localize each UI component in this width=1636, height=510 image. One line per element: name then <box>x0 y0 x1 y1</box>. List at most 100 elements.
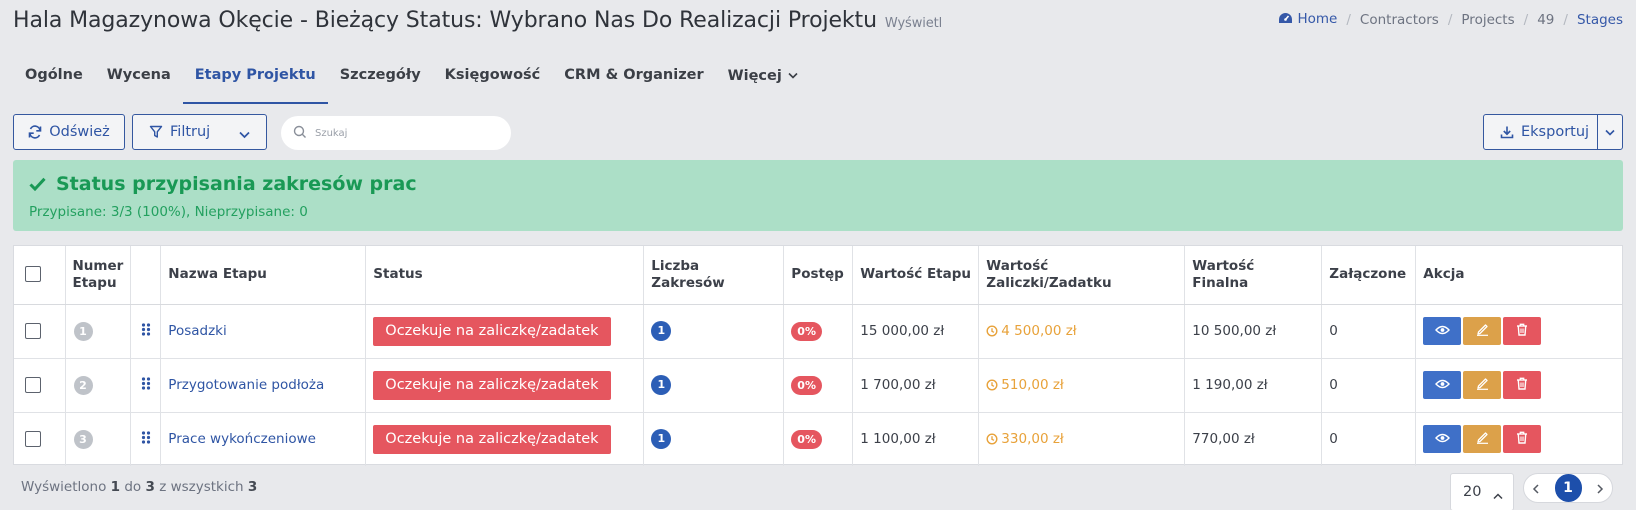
stage-value-cell: 1 100,00 zł <box>852 412 980 466</box>
stage-name-link[interactable]: Prace wykończeniowe <box>168 431 316 447</box>
attached-cell: 0 <box>1321 304 1417 359</box>
col-deposit[interactable]: Wartość Zaliczki/Zadatku <box>978 246 1186 305</box>
deposit-amount: 330,00 zł <box>1001 431 1064 448</box>
eye-icon <box>1434 377 1450 393</box>
final-value-cell: 1 190,00 zł <box>1184 358 1323 413</box>
stage-number-badge: 3 <box>73 429 93 449</box>
stage-name-cell: Przygotowanie podłoża <box>160 358 367 413</box>
table-row: 3 Prace wykończeniowe Oczekuje na zaliczkę… <box>14 412 1622 466</box>
stages-table: Numer Etapu Nazwa Etapu Status Liczba Za… <box>14 246 1622 466</box>
scopes-count-badge: 1 <box>651 321 672 341</box>
view-button[interactable] <box>1423 371 1462 399</box>
breadcrumb-project-id[interactable]: 49 <box>1537 12 1554 28</box>
stage-number-badge: 1 <box>73 321 93 341</box>
clock-icon <box>986 379 998 391</box>
export-dropdown-toggle[interactable] <box>1597 115 1622 149</box>
check-icon <box>29 177 46 191</box>
status-badge: Oczekuje na zaliczkę/zadatek <box>373 424 611 454</box>
clock-icon <box>986 433 998 445</box>
col-value[interactable]: Wartość Etapu <box>852 246 980 305</box>
table-row: 2 Przygotowanie podłoża Oczekuje na zalicz… <box>14 358 1622 413</box>
previous-page-icon[interactable] <box>1532 479 1540 498</box>
breadcrumb-separator: / <box>1563 12 1568 28</box>
breadcrumb-projects[interactable]: Projects <box>1461 12 1514 28</box>
breadcrumb-home[interactable]: Home <box>1278 11 1337 29</box>
col-scopes[interactable]: Liczba Zakresów <box>643 246 785 305</box>
row-checkbox[interactable] <box>25 377 41 393</box>
pencil-icon <box>1476 431 1489 448</box>
page-size-select[interactable]: 20 <box>1450 473 1514 510</box>
deposit-cell: 330,00 zł <box>978 412 1186 466</box>
delete-button[interactable] <box>1503 317 1542 345</box>
progress-badge: 0% <box>791 429 822 449</box>
delete-button[interactable] <box>1503 425 1542 454</box>
deposit-cell: 4 500,00 zł <box>978 304 1186 359</box>
attached-cell: 0 <box>1321 358 1417 413</box>
tab-accounting[interactable]: Księgowość <box>433 55 553 105</box>
toolbar: Odśwież Filtruj Eksportuj <box>13 114 1623 150</box>
chevron-up-icon <box>1493 488 1503 504</box>
stage-name-cell: Posadzki <box>160 304 367 359</box>
tab-more[interactable]: Więcej <box>716 55 810 105</box>
col-progress[interactable]: Postęp <box>783 246 854 305</box>
select-all-checkbox[interactable] <box>25 266 41 283</box>
drag-handle-icon[interactable] <box>141 376 151 394</box>
tab-project-stages[interactable]: Etapy Projektu <box>182 55 328 105</box>
drag-handle-cell <box>130 304 162 359</box>
search-icon <box>293 124 307 143</box>
table-body: 1 Posadzki Oczekuje na zaliczkę/zadatek 1 0%… <box>14 304 1622 466</box>
tab-quote[interactable]: Wycena <box>95 55 183 105</box>
stage-name-link[interactable]: Posadzki <box>168 323 226 339</box>
tab-more-label: Więcej <box>727 68 782 84</box>
col-attached[interactable]: Załączone <box>1321 246 1417 305</box>
eye-icon <box>1434 323 1450 339</box>
tab-details[interactable]: Szczegóły <box>328 55 433 105</box>
refresh-icon <box>28 125 42 139</box>
stage-name-link[interactable]: Przygotowanie podłoża <box>168 377 324 393</box>
search-input[interactable] <box>315 127 495 139</box>
scopes-cell: 1 <box>643 412 785 466</box>
page-current[interactable]: 1 <box>1554 474 1582 502</box>
scopes-count-badge: 1 <box>651 375 672 395</box>
delete-button[interactable] <box>1503 371 1542 399</box>
view-button[interactable] <box>1423 425 1462 454</box>
col-action: Akcja <box>1415 246 1622 305</box>
deposit-value: 4 500,00 zł <box>986 323 1077 339</box>
breadcrumb-separator: / <box>1346 12 1351 28</box>
col-status[interactable]: Status <box>365 246 645 305</box>
export-button[interactable]: Eksportuj <box>1483 114 1623 150</box>
refresh-button[interactable]: Odśwież <box>13 114 125 150</box>
breadcrumb-separator: / <box>1447 12 1453 28</box>
view-button[interactable] <box>1423 317 1462 345</box>
final-value-cell: 770,00 zł <box>1184 412 1323 466</box>
search-box <box>281 116 511 150</box>
col-final[interactable]: Wartość Finalna <box>1184 246 1323 305</box>
attached-cell: 0 <box>1321 412 1417 466</box>
info-to: 3 <box>145 479 155 495</box>
export-main-button[interactable]: Eksportuj <box>1484 115 1597 149</box>
tab-crm-organizer[interactable]: CRM & Organizer <box>552 55 715 105</box>
next-page-icon[interactable] <box>1596 479 1604 498</box>
edit-button[interactable] <box>1463 317 1502 345</box>
breadcrumb-stages[interactable]: Stages <box>1577 12 1623 28</box>
col-number[interactable]: Numer Etapu <box>65 246 132 305</box>
download-icon <box>1500 125 1514 139</box>
stage-value-cell: 15 000,00 zł <box>852 304 980 359</box>
info-from: 1 <box>110 479 121 495</box>
status-cell: Oczekuje na zaliczkę/zadatek <box>365 412 645 466</box>
drag-handle-icon[interactable] <box>141 431 151 448</box>
row-checkbox[interactable] <box>25 323 41 339</box>
row-checkbox[interactable] <box>25 431 41 448</box>
stage-number-cell: 1 <box>65 304 132 359</box>
edit-button[interactable] <box>1463 371 1502 399</box>
drag-handle-icon[interactable] <box>141 322 151 340</box>
filter-button[interactable]: Filtruj <box>132 114 267 150</box>
col-name[interactable]: Nazwa Etapu <box>160 246 367 305</box>
breadcrumb-contractors[interactable]: Contractors <box>1360 12 1439 28</box>
select-all-cell <box>14 246 66 305</box>
edit-button[interactable] <box>1463 425 1502 454</box>
table-header-row: Numer Etapu Nazwa Etapu Status Liczba Za… <box>14 246 1622 305</box>
alert-text: Przypisane: 3/3 (100%), Nieprzypisane: 0 <box>29 204 308 220</box>
tab-general[interactable]: Ogólne <box>13 55 95 105</box>
stage-value-cell: 1 700,00 zł <box>852 358 980 413</box>
